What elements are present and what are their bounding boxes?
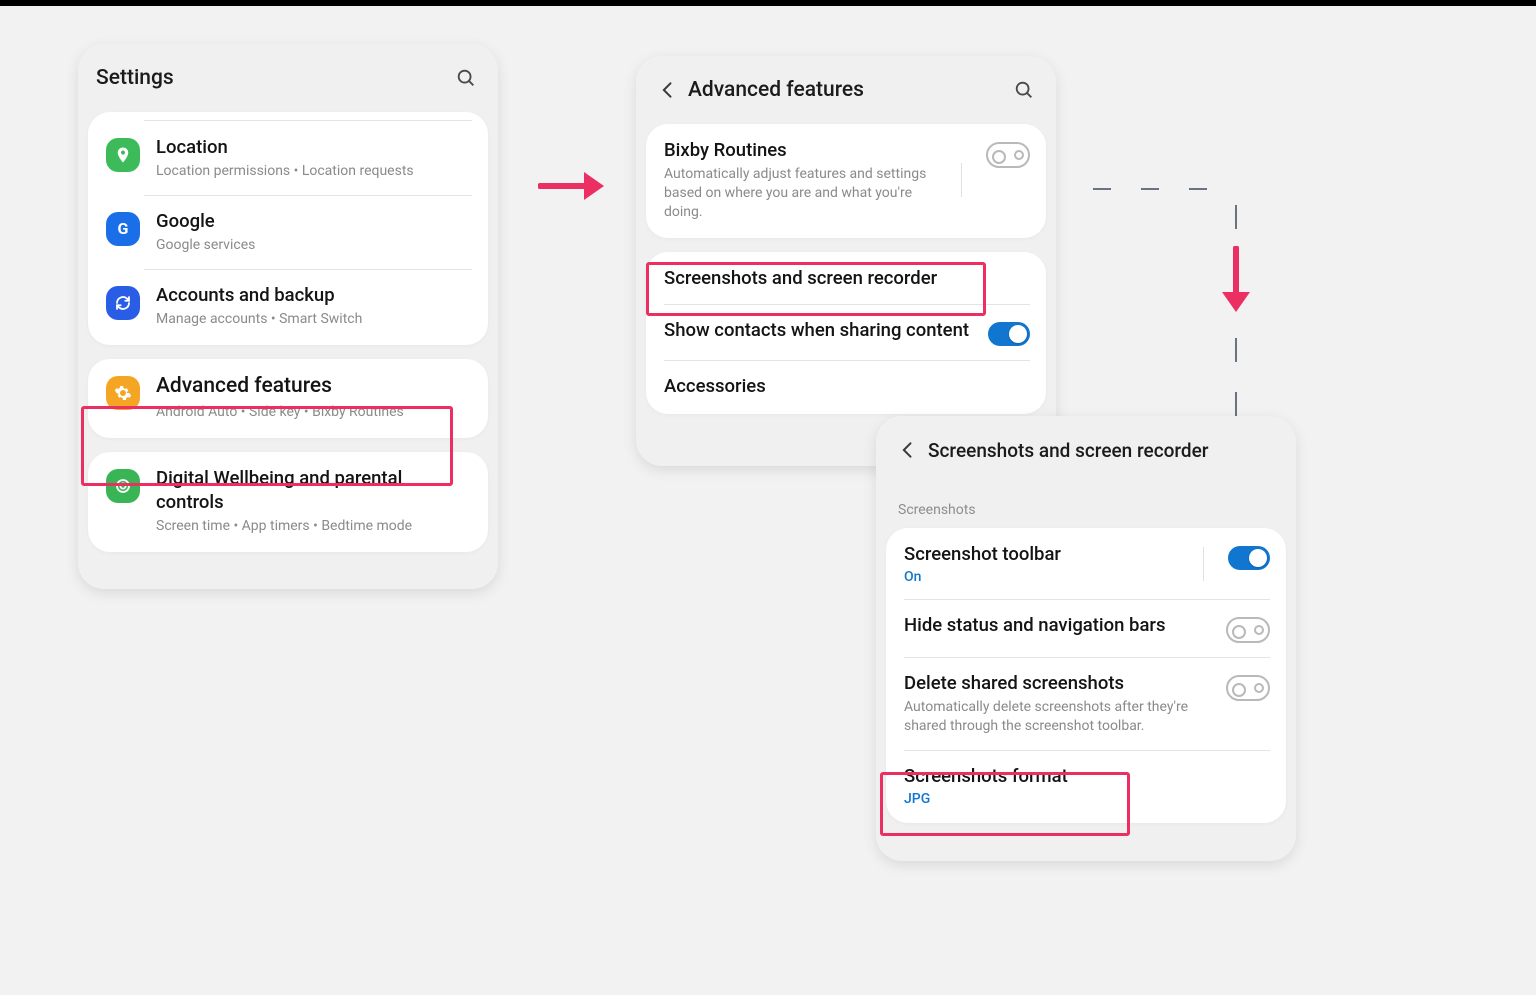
dash-vertical [1235, 205, 1237, 229]
row-sub: Android Auto • Side key • Bixby Routines [156, 403, 472, 422]
arrow-down-icon [1218, 246, 1254, 312]
settings-card-3: Digital Wellbeing and parental controls … [88, 452, 488, 552]
row-title: Google [156, 209, 472, 233]
toggle-hide-bars[interactable] [1226, 617, 1270, 643]
dash-vertical [1235, 338, 1237, 362]
row-title: Show contacts when sharing content [664, 318, 976, 342]
row-title: Screenshot toolbar [904, 542, 1195, 566]
header-screenshots: Screenshots and screen recorder [876, 416, 1296, 484]
row-toolbar[interactable]: Screenshot toolbar On [886, 528, 1286, 599]
settings-row-wellbeing[interactable]: Digital Wellbeing and parental controls … [88, 452, 488, 550]
settings-row-location[interactable]: Location Location permissions • Location… [88, 121, 488, 195]
sync-icon [106, 286, 140, 320]
row-accessories[interactable]: Accessories [646, 360, 1046, 412]
page-title: Screenshots and screen recorder [928, 439, 1278, 462]
screen-settings: Settings Location Location permissions •… [78, 44, 498, 589]
settings-row-advanced[interactable]: Advanced features Android Auto • Side ke… [88, 359, 488, 436]
settings-card-2: Advanced features Android Auto • Side ke… [88, 359, 488, 438]
row-value: JPG [904, 791, 1270, 807]
row-sub: Manage accounts • Smart Switch [156, 310, 472, 329]
row-title: Advanced features [156, 373, 472, 400]
toggle-contacts[interactable] [988, 322, 1030, 346]
back-icon[interactable] [894, 436, 922, 464]
row-title: Digital Wellbeing and parental controls [156, 466, 472, 514]
back-icon[interactable] [654, 76, 682, 104]
row-title: Screenshots format [904, 764, 1270, 788]
row-show-contacts[interactable]: Show contacts when sharing content [646, 304, 1046, 360]
screen-advanced: Advanced features Bixby Routines Automat… [636, 56, 1056, 466]
search-icon[interactable] [452, 64, 480, 92]
row-title: Location [156, 135, 472, 159]
row-sub: Automatically delete screenshots after t… [904, 698, 1204, 736]
page-title: Advanced features [688, 78, 1010, 102]
row-title: Delete shared screenshots [904, 671, 1214, 695]
toggle-toolbar[interactable] [1228, 546, 1270, 570]
advanced-card-2: Screenshots and screen recorder Show con… [646, 252, 1046, 414]
gear-icon [106, 376, 140, 410]
row-delete-shared[interactable]: Delete shared screenshots Automatically … [886, 657, 1286, 750]
wellbeing-icon [106, 469, 140, 503]
settings-row-accounts[interactable]: Accounts and backup Manage accounts • Sm… [88, 269, 488, 343]
google-icon: G [106, 212, 140, 246]
row-sub: Screen time • App timers • Bedtime mode [156, 517, 472, 536]
toggle-bixby[interactable] [986, 142, 1030, 168]
dash-vertical [1235, 392, 1237, 416]
divider [1203, 547, 1204, 581]
row-bixby[interactable]: Bixby Routines Automatically adjust feat… [646, 124, 1046, 236]
screenshots-card: Screenshot toolbar On Hide status and na… [886, 528, 1286, 823]
location-icon [106, 138, 140, 172]
section-label: Screenshots [876, 484, 1296, 524]
dash-horizontal [1078, 178, 1222, 197]
stage: Settings Location Location permissions •… [0, 6, 1536, 995]
row-status: On [904, 569, 1195, 585]
row-format[interactable]: Screenshots format JPG [886, 750, 1286, 821]
advanced-card-bixby: Bixby Routines Automatically adjust feat… [646, 124, 1046, 238]
row-sub: Location permissions • Location requests [156, 162, 472, 181]
arrow-right-icon [538, 168, 604, 204]
row-hide-bars[interactable]: Hide status and navigation bars [886, 599, 1286, 657]
row-title: Accessories [664, 374, 1030, 398]
header-settings: Settings [78, 44, 498, 112]
screen-screenshots: Screenshots and screen recorder Screensh… [876, 416, 1296, 861]
toggle-delete-shared[interactable] [1226, 675, 1270, 701]
search-icon[interactable] [1010, 76, 1038, 104]
row-title: Accounts and backup [156, 283, 472, 307]
header-advanced: Advanced features [636, 56, 1056, 124]
row-title: Hide status and navigation bars [904, 613, 1214, 637]
page-title: Settings [96, 66, 452, 90]
row-sub: Google services [156, 236, 472, 255]
row-title: Screenshots and screen recorder [664, 266, 1030, 290]
settings-row-google[interactable]: G Google Google services [88, 195, 488, 269]
row-title: Bixby Routines [664, 138, 953, 162]
settings-card-1: Location Location permissions • Location… [88, 112, 488, 345]
row-sub: Automatically adjust features and settin… [664, 165, 944, 222]
divider [961, 163, 962, 197]
row-screenshots-recorder[interactable]: Screenshots and screen recorder [646, 252, 1046, 304]
